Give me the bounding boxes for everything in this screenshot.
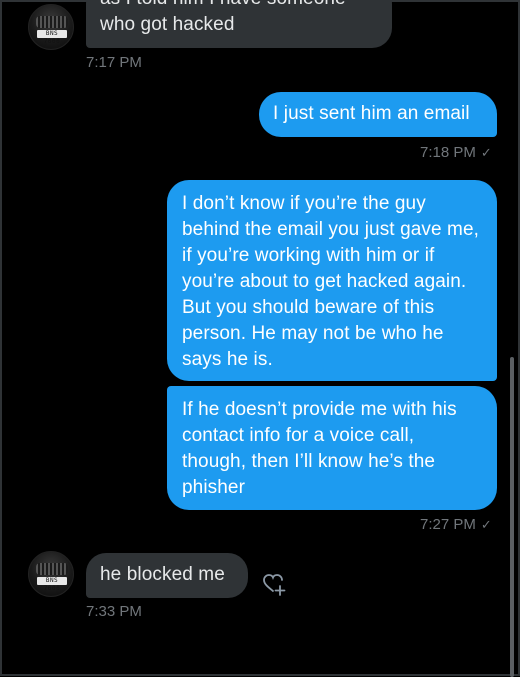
message-bubble-incoming[interactable]: as I told him I have someone who got hac… [86,0,392,48]
message-text-cutoff: as I told him I have someone [100,0,378,12]
message-text: he blocked me [100,564,225,585]
car-grille [36,563,68,575]
avatar[interactable]: BNS 7000 [28,551,74,597]
avatar[interactable]: BNS 7000 [28,4,74,50]
message-text: who got hacked [100,14,235,35]
timestamp-text: 7:18 PM [420,144,476,161]
message-bubble-outgoing[interactable]: I just sent him an email [259,92,497,137]
message-text: I don’t know if you’re the guy behind th… [182,193,480,370]
timestamp-text: 7:27 PM [420,516,476,533]
checkmark-icon: ✓ [480,145,492,160]
message-bubble-outgoing[interactable]: If he doesn’t provide me with his contac… [167,386,497,510]
message-bubble-incoming[interactable]: he blocked me [86,553,248,598]
checkmark-icon: ✓ [480,517,492,532]
message-text: If he doesn’t provide me with his contac… [182,399,457,498]
message-bubble-outgoing[interactable]: I don’t know if you’re the guy behind th… [167,180,497,381]
message-timestamp: 7:27 PM ✓ [420,516,492,534]
car-grille [36,16,68,28]
scrollbar[interactable] [510,357,514,677]
heart-plus-icon[interactable] [260,570,288,598]
message-text: I just sent him an email [273,103,470,124]
message-timestamp: 7:33 PM [86,603,142,620]
license-plate: BNS 7000 [37,577,67,592]
message-timestamp: 7:18 PM ✓ [420,144,492,162]
license-plate: BNS 7000 [37,30,67,45]
message-timestamp: 7:17 PM [86,54,142,71]
